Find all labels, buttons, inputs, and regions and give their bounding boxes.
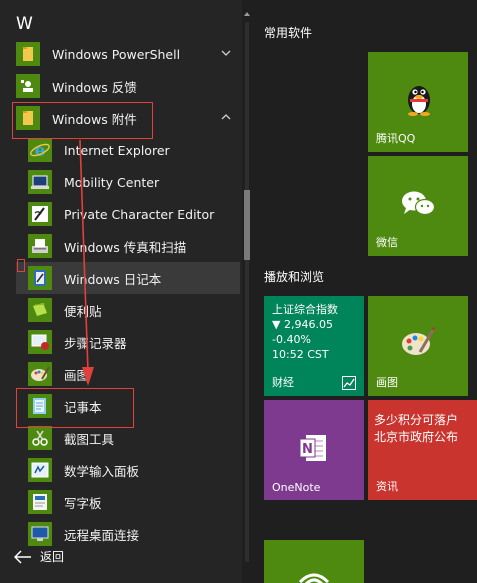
svg-text:N: N — [302, 442, 313, 457]
math-input-panel-icon — [28, 458, 52, 482]
news-headline-line1: 多少积分可落户 — [374, 413, 459, 427]
app-item-label: Internet Explorer — [64, 142, 170, 158]
back-button[interactable]: 返回 — [14, 548, 64, 565]
scroll-thumb[interactable] — [244, 190, 250, 260]
remote-desktop-icon — [28, 522, 52, 546]
tile-qq[interactable]: 腾讯QQ — [368, 52, 468, 152]
onenote-icon: N — [299, 435, 326, 461]
app-item-label: 数学输入面板 — [64, 463, 140, 479]
app-item-steps-recorder[interactable]: 步骤记录器 — [28, 326, 240, 358]
app-item-sticky-notes[interactable]: 便利贴 — [28, 294, 240, 326]
sticky-notes-icon — [28, 298, 52, 322]
app-item-label: Private Character Editor — [64, 206, 215, 222]
group-title-common-software[interactable]: 常用软件 — [264, 24, 312, 41]
app-item-windows-feedback[interactable]: Windows 反馈 — [16, 70, 240, 102]
start-menu: W Windows PowerShell Windows 反馈 Windows … — [0, 0, 477, 583]
app-item-windows-fax-scan[interactable]: Windows 传真和扫描 — [28, 230, 240, 262]
app-item-paint[interactable]: 画图 — [28, 358, 240, 390]
tile-label: 资讯 — [376, 480, 398, 493]
app-item-windows-journal[interactable]: Windows 日记本 — [16, 262, 240, 294]
app-item-math-input-panel[interactable]: 数学输入面板 — [28, 454, 240, 486]
tile-wechat[interactable]: 微信 — [368, 156, 468, 256]
scrollbar[interactable] — [243, 10, 251, 570]
tile-label: 腾讯QQ — [376, 132, 416, 145]
app-item-label: Windows 传真和扫描 — [64, 239, 187, 255]
snipping-tool-icon — [28, 426, 52, 450]
finance-index-name: 上证综合指数 — [272, 303, 338, 316]
chevron-up-icon[interactable] — [220, 111, 232, 123]
tile-partial[interactable] — [264, 540, 364, 583]
finance-chart-icon — [342, 376, 356, 390]
app-item-label: 远程桌面连接 — [64, 527, 140, 543]
wordpad-icon — [28, 490, 52, 514]
tile-label: 画图 — [376, 376, 398, 389]
back-arrow-icon — [14, 549, 31, 564]
finance-index-value: ▼ 2,946.05 — [272, 318, 333, 331]
tile-finance[interactable]: 上证综合指数 ▼ 2,946.05 -0.40% 10:52 CST 财经 — [264, 296, 364, 396]
app-item-private-character-editor[interactable]: Private Character Editor — [28, 198, 240, 230]
app-item-label: Mobility Center — [64, 174, 160, 190]
wifi-icon — [298, 573, 330, 583]
app-item-mobility-center[interactable]: Mobility Center — [28, 166, 240, 198]
app-item-label: 写字板 — [64, 495, 102, 511]
tile-onenote[interactable]: N OneNote — [264, 400, 364, 500]
wechat-icon — [402, 191, 436, 216]
tile-label: 财经 — [272, 376, 294, 389]
back-label: 返回 — [40, 550, 65, 564]
app-item-label: 步骤记录器 — [64, 335, 127, 351]
journal-icon — [28, 266, 52, 290]
chevron-down-icon[interactable] — [220, 47, 232, 59]
internet-explorer-icon: e — [28, 138, 52, 162]
scroll-track[interactable] — [245, 22, 249, 562]
steps-recorder-icon — [28, 330, 52, 354]
qq-penguin-icon — [408, 86, 430, 116]
paint-palette-icon — [402, 327, 435, 355]
feedback-icon — [16, 74, 40, 98]
tile-paint[interactable]: 画图 — [368, 296, 468, 396]
mobility-center-icon — [28, 170, 52, 194]
fax-scan-icon — [28, 234, 52, 258]
highlight-box-notepad — [16, 388, 134, 428]
app-item-label: Windows PowerShell — [52, 46, 181, 62]
finance-time: 10:52 CST — [272, 348, 329, 361]
group-title-play-browse[interactable]: 播放和浏览 — [264, 268, 324, 285]
tile-news[interactable]: 多少积分可落户 北京市政府公布 资讯 — [368, 400, 477, 500]
app-item-label: Windows 日记本 — [64, 271, 162, 287]
tile-label: OneNote — [272, 481, 321, 494]
section-letter[interactable]: W — [16, 14, 33, 34]
character-editor-icon — [28, 202, 52, 226]
highlight-box-marker — [17, 259, 25, 272]
app-item-label: 画图 — [64, 367, 90, 383]
app-list: W Windows PowerShell Windows 反馈 Windows … — [0, 0, 242, 583]
tile-label: 微信 — [376, 236, 398, 249]
app-item-label: 便利贴 — [64, 303, 102, 319]
finance-index-change: -0.40% — [272, 333, 311, 346]
app-item-wordpad[interactable]: 写字板 — [28, 486, 240, 518]
app-item-label: Windows 反馈 — [52, 79, 137, 95]
scroll-up-icon[interactable] — [243, 10, 251, 18]
app-item-label: 截图工具 — [64, 431, 115, 447]
highlight-box-accessories — [12, 102, 153, 139]
paint-palette-icon — [28, 362, 52, 386]
folder-icon — [16, 42, 40, 66]
app-item-remote-desktop[interactable]: 远程桌面连接 — [28, 518, 240, 550]
news-headline-line2: 北京市政府公布 — [374, 430, 459, 444]
app-item-windows-powershell[interactable]: Windows PowerShell — [16, 38, 240, 70]
